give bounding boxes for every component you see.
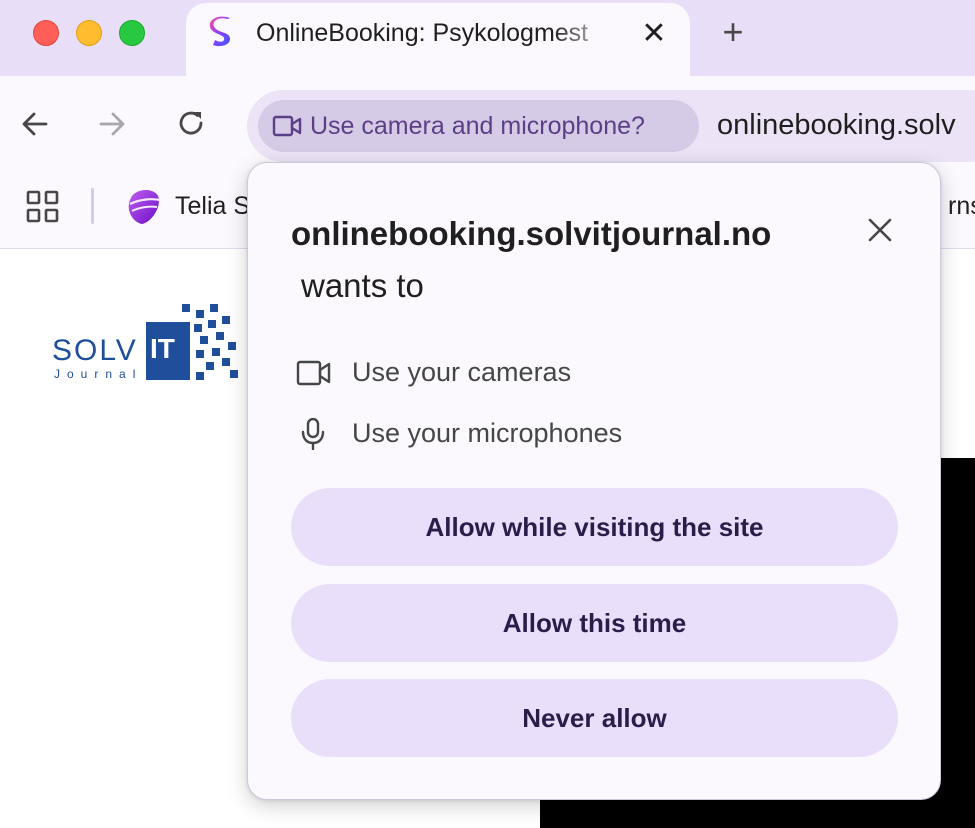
logo-text-it: IT (150, 333, 175, 364)
dialog-subtitle: wants to (301, 267, 424, 304)
reload-icon (179, 111, 203, 135)
reload-button[interactable] (173, 106, 209, 142)
never-allow-button[interactable]: Never allow (291, 679, 898, 757)
dialog-origin: onlinebooking.solvitjournal.no (291, 215, 772, 252)
allow-while-visiting-button[interactable]: Allow while visiting the site (291, 488, 898, 566)
permission-dialog: onlinebooking.solvitjournal.no wants to … (247, 162, 941, 800)
favicon-icon (209, 16, 231, 47)
logo-text-solv: SOLV (52, 334, 138, 367)
bookmark-label-partial[interactable]: rns (948, 192, 975, 221)
microphone-icon (301, 418, 325, 450)
tab-strip: OnlineBooking: Psykologmest ✕ + (0, 0, 975, 76)
address-bar[interactable]: Use camera and microphone? onlinebooking… (247, 90, 975, 162)
apps-grid-icon[interactable] (26, 190, 60, 224)
permission-chip-label: Use camera and microphone? (310, 112, 645, 140)
toolbar: Use camera and microphone? onlinebooking… (0, 76, 975, 174)
arrow-left-icon (22, 112, 48, 136)
permission-camera-label: Use your cameras (352, 357, 572, 387)
window-maximize-button[interactable] (119, 20, 145, 46)
arrow-right-icon (99, 112, 125, 136)
tab-title: OnlineBooking: Psykologmest (256, 19, 589, 47)
permission-microphone-row: Use your microphones (296, 414, 856, 454)
forward-button[interactable] (94, 106, 130, 142)
allow-this-time-button[interactable]: Allow this time (291, 584, 898, 662)
tab-close-icon[interactable]: ✕ (639, 19, 669, 49)
window-close-button[interactable] (33, 20, 59, 46)
permission-microphone-label: Use your microphones (352, 418, 623, 448)
permission-chip[interactable]: Use camera and microphone? (258, 100, 699, 152)
solvit-journal-logo: SOLV IT Journal (52, 304, 238, 381)
close-icon[interactable] (865, 215, 895, 245)
back-button[interactable] (17, 106, 53, 142)
permission-camera-row: Use your cameras (296, 353, 856, 393)
bookmark-label: Telia S (175, 192, 251, 220)
telia-logo-icon (128, 190, 161, 224)
url-text[interactable]: onlinebooking.solv (717, 109, 956, 142)
bookmarks-separator (91, 188, 94, 224)
window-minimize-button[interactable] (76, 20, 102, 46)
logo-text-journal: Journal (54, 367, 142, 381)
camera-icon (296, 360, 331, 386)
new-tab-button[interactable]: + (716, 14, 750, 50)
video-camera-icon (272, 115, 302, 137)
tab-active[interactable]: OnlineBooking: Psykologmest ✕ (186, 3, 690, 76)
